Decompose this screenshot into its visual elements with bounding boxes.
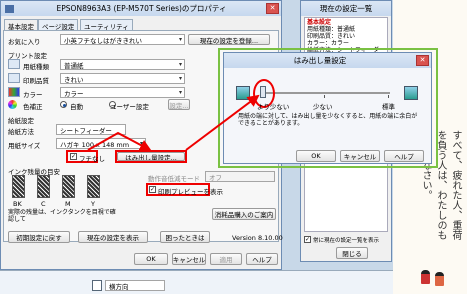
arrow-to-overflow-button — [87, 131, 152, 151]
arrow-to-slider — [185, 94, 260, 151]
annotation-arrows — [87, 94, 260, 151]
